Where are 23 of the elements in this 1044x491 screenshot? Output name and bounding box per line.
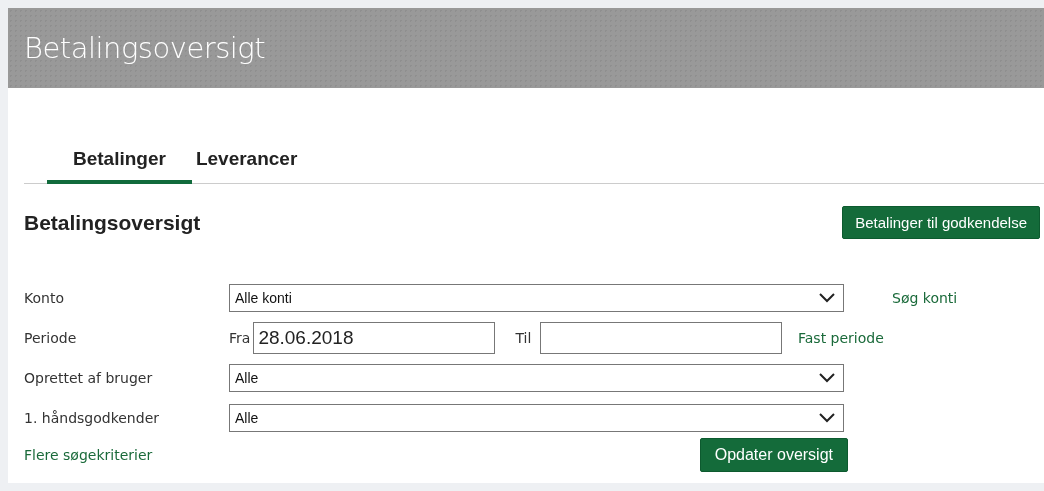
to-label: Til (515, 329, 532, 346)
link[interactable]: Fast periode (798, 329, 884, 346)
chevron-down-icon (819, 412, 835, 423)
page-title: Betalingsoversigt (24, 31, 266, 65)
dropdown[interactable]: Alle (229, 363, 844, 392)
from-date-field[interactable]: 28.06.2018 (253, 321, 496, 354)
from-label: Fra (229, 329, 251, 346)
update-button[interactable]: Opdater oversigt (699, 438, 848, 472)
dropdown[interactable]: Alle (229, 403, 844, 432)
field-label: Periode (24, 329, 78, 346)
field-label: Konto (24, 289, 65, 306)
approval-button[interactable]: Betalinger til godkendelse (842, 206, 1040, 239)
chevron-down-icon (819, 372, 835, 383)
field-label: Oprettet af bruger (24, 369, 154, 386)
tab[interactable]: Leverancer (191, 142, 324, 184)
tab[interactable]: Betalinger (47, 142, 192, 184)
field-label: 1. håndsgodkender (24, 409, 160, 426)
more-criteria-link[interactable]: Flere søgekriterier (24, 447, 153, 463)
chevron-down-icon (819, 292, 835, 303)
dropdown[interactable]: Alle konti (229, 283, 844, 312)
to-date-field[interactable] (540, 321, 783, 354)
link[interactable]: Søg konti (892, 289, 958, 306)
section-title: Betalingsoversigt (24, 210, 201, 235)
